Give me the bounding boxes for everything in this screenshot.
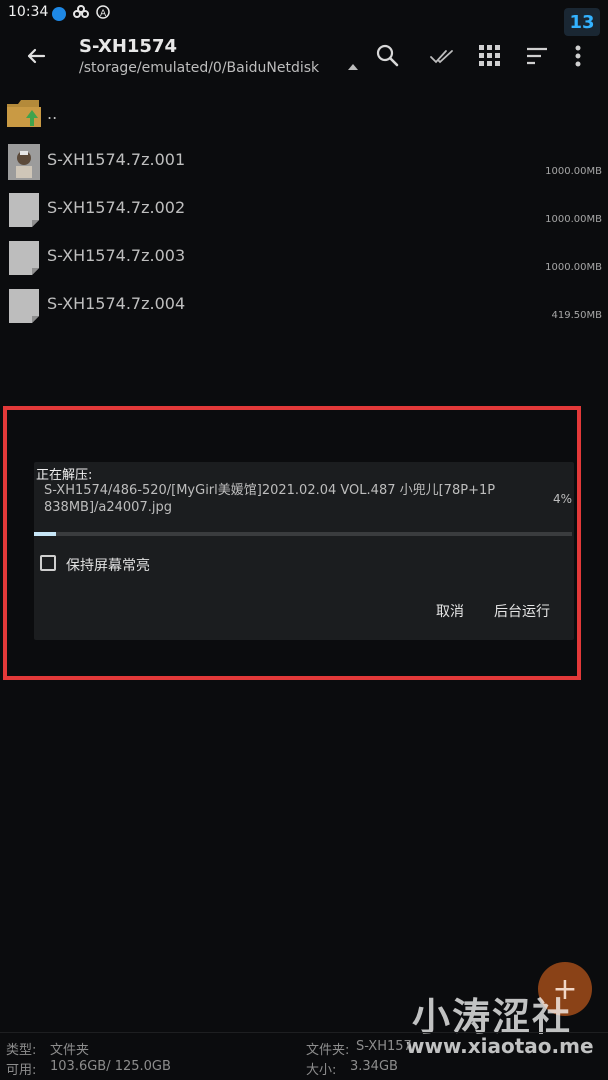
progress-fill — [34, 532, 56, 536]
folder-label: 文件夹: — [306, 1043, 350, 1058]
file-icon — [8, 192, 40, 228]
folder-title: S-XH1574 — [79, 36, 178, 57]
file-size: 1000.00MB — [545, 166, 602, 177]
file-size: 1000.00MB — [545, 214, 602, 225]
cancel-button[interactable]: 取消 — [436, 601, 464, 621]
file-name: S-XH1574.7z.003 — [47, 246, 186, 265]
link-icon — [72, 4, 90, 23]
keep-screen-on-checkbox[interactable] — [40, 555, 56, 571]
list-item[interactable]: S-XH1574.7z.003 1000.00MB — [0, 234, 608, 282]
path-dropdown-icon[interactable] — [348, 64, 358, 70]
file-icon — [8, 288, 40, 324]
bottom-info-bar: 类型: 文件夹 可用: 103.6GB/ 125.0GB 文件夹: S-XH15… — [0, 1032, 608, 1080]
sort-icon[interactable] — [524, 42, 552, 70]
more-options-icon[interactable] — [568, 42, 588, 70]
type-value: 文件夹 — [50, 1043, 90, 1058]
svg-text:A: A — [100, 9, 107, 19]
app-bar: S-XH1574 /storage/emulated/0/BaiduNetdis… — [0, 30, 608, 86]
accessibility-icon: A — [96, 4, 110, 23]
current-file-path: S-XH1574/486-520/[MyGirl美媛馆]2021.02.04 V… — [44, 483, 496, 515]
list-item[interactable]: S-XH1574.7z.001 1000.00MB — [0, 138, 608, 186]
status-time: 10:34 — [8, 4, 49, 20]
file-name: S-XH1574.7z.002 — [47, 198, 186, 217]
select-all-icon[interactable] — [428, 42, 456, 70]
image-thumbnail — [8, 144, 40, 180]
size-value: 3.34GB — [350, 1059, 398, 1074]
available-value: 103.6GB/ 125.0GB — [50, 1059, 171, 1074]
status-bar: 10:34 A 13 — [0, 0, 608, 36]
file-name: S-XH1574.7z.001 — [47, 150, 186, 169]
available-label: 可用: — [6, 1063, 37, 1078]
file-size: 419.50MB — [551, 310, 602, 321]
file-icon — [8, 240, 40, 276]
progress-percent: 4% — [552, 492, 572, 506]
type-label: 类型: — [6, 1043, 37, 1058]
extract-progress-dialog: 正在解压: S-XH1574/486-520/[MyGirl美媛馆]2021.0… — [34, 462, 574, 640]
size-label: 大小: — [306, 1063, 337, 1078]
status-icons: A — [52, 4, 110, 23]
folder-path[interactable]: /storage/emulated/0/BaiduNetdisk — [79, 60, 319, 76]
progress-bar — [34, 532, 572, 536]
search-icon[interactable] — [374, 42, 402, 70]
download-notification-icon — [52, 6, 66, 21]
grid-view-icon[interactable] — [476, 42, 504, 70]
run-in-background-button[interactable]: 后台运行 — [494, 601, 550, 621]
list-item-parent-folder[interactable]: .. — [0, 92, 608, 140]
dialog-title: 正在解压: — [36, 468, 93, 483]
file-name: .. — [47, 104, 58, 123]
file-size: 1000.00MB — [545, 262, 602, 273]
screen: 10:34 A 13 S-XH1574 /storage/emulated/0/… — [0, 0, 608, 1080]
list-item[interactable]: S-XH1574.7z.002 1000.00MB — [0, 186, 608, 234]
file-name: S-XH1574.7z.004 — [47, 294, 186, 313]
folder-value: S-XH157 — [356, 1039, 412, 1054]
folder-up-icon — [6, 98, 42, 128]
list-item[interactable]: S-XH1574.7z.004 419.50MB — [0, 282, 608, 330]
back-arrow-icon[interactable] — [22, 42, 50, 70]
keep-screen-on-label[interactable]: 保持屏幕常亮 — [66, 555, 150, 575]
